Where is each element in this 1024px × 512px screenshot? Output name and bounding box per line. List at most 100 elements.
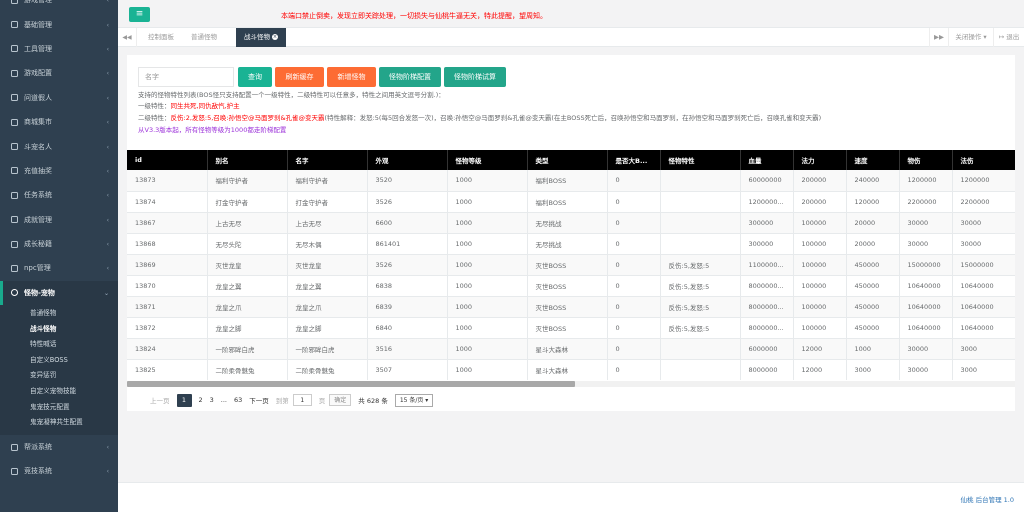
page-unit-label: 页	[318, 397, 326, 405]
sidebar-item-items_top-4[interactable]: 问道假人 ‹	[0, 86, 118, 110]
tab-scroll-left-icon[interactable]: ◀◀	[118, 28, 137, 47]
table-cell: 100000	[793, 254, 847, 276]
page-number[interactable]: 63	[234, 396, 242, 404]
column-header[interactable]: 怪物等级	[447, 150, 528, 170]
column-header[interactable]: 法力	[793, 150, 847, 170]
column-header[interactable]: 速度	[846, 150, 900, 170]
table-cell: 100000	[793, 233, 847, 255]
sidebar-item-monster-pet[interactable]: 怪物-宠物 ⌄	[0, 280, 118, 306]
sidebar-item-items_top-5[interactable]: 商城集市 ‹	[0, 110, 118, 134]
table-cell: 200000	[793, 191, 847, 213]
table-row[interactable]: 13868 无尽头陀 无尽木偶 861401 1000 无尽挑战 0 300000 100000…	[127, 233, 1015, 255]
table-row[interactable]: 13873 福利守护者 福利守护者 3520 1000 福利BOSS 0 60000000 20…	[127, 170, 1015, 192]
sidebar-item-items_top-9[interactable]: 成就管理 ‹	[0, 208, 118, 232]
column-header[interactable]: 物伤	[899, 150, 953, 170]
table-cell: 无尽挑战	[527, 233, 608, 255]
tab-battle-monster[interactable]: 战斗怪物 ×	[236, 28, 286, 47]
tab-dashboard[interactable]: 控制面板	[140, 28, 182, 47]
sidebar-item-items_top-8[interactable]: 任务系统 ‹	[0, 183, 118, 207]
table-row[interactable]: 13870 龙皇之翼 龙皇之翼 6838 1000 灭世BOSS 0 反伤:5,发怒:5 800…	[127, 275, 1015, 297]
page-size-select[interactable]: 15 条/页 ▾	[394, 393, 434, 407]
sidebar-item-items_bottom-1[interactable]: 竞技系统 ‹	[0, 459, 118, 483]
sidebar-item-items_top-7[interactable]: 充值抽奖 ‹	[0, 159, 118, 183]
next-page-button[interactable]: 下一页	[249, 395, 269, 405]
close-operations-dropdown[interactable]: 关闭操作 ▾	[948, 28, 993, 47]
table-row[interactable]: 13867 上古无尽 上古无尽 6600 1000 无尽挑战 0 300000 100000 20…	[127, 212, 1015, 234]
search-input[interactable]	[138, 67, 234, 87]
table-cell: 0	[607, 170, 661, 192]
footer-text: 仙桃 后台管理 1.0	[960, 496, 1014, 504]
table-cell: 100000	[793, 317, 847, 339]
submenu-item[interactable]: 自定义宠物技能	[0, 384, 118, 400]
sidebar-item-items_top-10[interactable]: 成长秘籍 ‹	[0, 232, 118, 256]
column-header[interactable]: 血量	[740, 150, 794, 170]
submenu-item[interactable]: 特性喊话	[0, 337, 118, 353]
table-row[interactable]: 13824 一阶邪眸白虎 一阶邪眸白虎 3516 1000 星斗大森林 0 6000000 12…	[127, 338, 1015, 360]
page-number[interactable]: 1	[176, 393, 192, 407]
column-header[interactable]: 别名	[207, 150, 288, 170]
monster-tier-calc-button[interactable]: 怪物阶梯试算	[444, 67, 506, 87]
column-header[interactable]: 法伤	[952, 150, 1015, 170]
horizontal-scrollbar[interactable]	[127, 381, 1015, 387]
submenu-item[interactable]: 自定义BOSS	[0, 353, 118, 369]
menu-toggle-button[interactable]: ≡	[129, 7, 150, 22]
logout-button[interactable]: ↦ 退出	[993, 28, 1024, 47]
table-row[interactable]: 13874 打金守护者 打金守护者 3526 1000 福利BOSS 0 1200000...…	[127, 191, 1015, 213]
column-header[interactable]: 是否大B...	[607, 150, 661, 170]
chevron-left-icon: ‹	[106, 265, 109, 273]
query-button[interactable]: 查询	[238, 67, 272, 87]
table-cell: 灭世BOSS	[527, 254, 608, 276]
add-monster-button[interactable]: 新增怪物	[327, 67, 376, 87]
table-cell: 30000	[899, 212, 953, 234]
chevron-left-icon: ‹	[106, 167, 109, 175]
table-cell: 2200000	[899, 191, 953, 213]
column-header[interactable]: id	[127, 150, 208, 170]
submenu-item[interactable]: 战斗怪物	[0, 322, 118, 338]
table-cell: 灭世BOSS	[527, 275, 608, 297]
table-cell: 8000000...	[740, 296, 794, 318]
page-number[interactable]: 2	[199, 396, 203, 404]
refresh-cache-button[interactable]: 刷新缓存	[275, 67, 324, 87]
table-cell	[660, 233, 741, 255]
goto-confirm-button[interactable]: 确定	[329, 394, 352, 406]
tab-scroll-right-icon[interactable]: ▶▶	[929, 28, 948, 47]
table-cell: 福利BOSS	[527, 170, 608, 192]
sidebar-item-items_top-3[interactable]: 游戏配置 ‹	[0, 61, 118, 85]
page-number[interactable]: ...	[221, 396, 227, 404]
column-header[interactable]: 名字	[287, 150, 368, 170]
sidebar-item-items_bottom-0[interactable]: 帮派系统 ‹	[0, 435, 118, 459]
submenu-item[interactable]: 变异惩罚	[0, 368, 118, 384]
submenu-item[interactable]: 普通怪物	[0, 306, 118, 322]
table-row[interactable]: 13869 灭世龙皇 灭世龙皇 3526 1000 灭世BOSS 0 反伤:5,发怒:5 110…	[127, 254, 1015, 276]
submenu-item[interactable]: 鬼宠技元配置	[0, 400, 118, 416]
tab-normal-monster[interactable]: 普通怪物	[183, 28, 225, 47]
table-cell: 8000000	[740, 359, 794, 380]
info-value: 同生共死,同仇敌忾,护主	[170, 102, 240, 110]
table-cell: 100000	[793, 275, 847, 297]
sidebar-item-items_top-11[interactable]: npc管理 ‹	[0, 256, 118, 280]
sidebar-item-items_top-6[interactable]: 斗宠名人 ‹	[0, 134, 118, 158]
sidebar-item-items_top-2[interactable]: 工具管理 ‹	[0, 37, 118, 61]
monster-tier-config-button[interactable]: 怪物阶梯配置	[379, 67, 441, 87]
column-header[interactable]: 怪物特性	[660, 150, 741, 170]
table-row[interactable]: 13872 龙皇之脚 龙皇之脚 6840 1000 灭世BOSS 0 反伤:5,发怒:5 800…	[127, 317, 1015, 339]
column-header[interactable]: 外观	[367, 150, 448, 170]
prev-page-button[interactable]: 上一页	[150, 395, 170, 405]
sidebar-item-items_top-0[interactable]: 游戏管理 ‹	[0, 0, 118, 12]
footer: 仙桃 后台管理 1.0	[118, 482, 1024, 512]
scrollbar-thumb[interactable]	[127, 381, 575, 387]
column-header[interactable]: 类型	[527, 150, 608, 170]
page-number[interactable]: 3	[210, 396, 214, 404]
sidebar-item-label: 怪物-宠物	[24, 288, 55, 297]
table-cell: 30000	[952, 212, 1015, 234]
table-row[interactable]: 13825 二阶柔骨魅兔 二阶柔骨魅兔 3507 1000 星斗大森林 0 8000000 12…	[127, 359, 1015, 380]
submenu-item[interactable]: 鬼宠凝神共生配置	[0, 415, 118, 431]
logout-label: 退出	[1006, 33, 1020, 41]
sidebar-item-items_top-1[interactable]: 基础管理 ‹	[0, 12, 118, 36]
chevron-left-icon: ‹	[106, 241, 109, 249]
table-cell: 13872	[127, 317, 208, 339]
table-row[interactable]: 13871 龙皇之爪 龙皇之爪 6839 1000 灭世BOSS 0 反伤:5,发怒:5 800…	[127, 296, 1015, 318]
table-cell: 反伤:5,发怒:5	[660, 296, 741, 318]
goto-page-input[interactable]: 1	[292, 394, 312, 406]
close-icon[interactable]: ×	[272, 34, 278, 40]
